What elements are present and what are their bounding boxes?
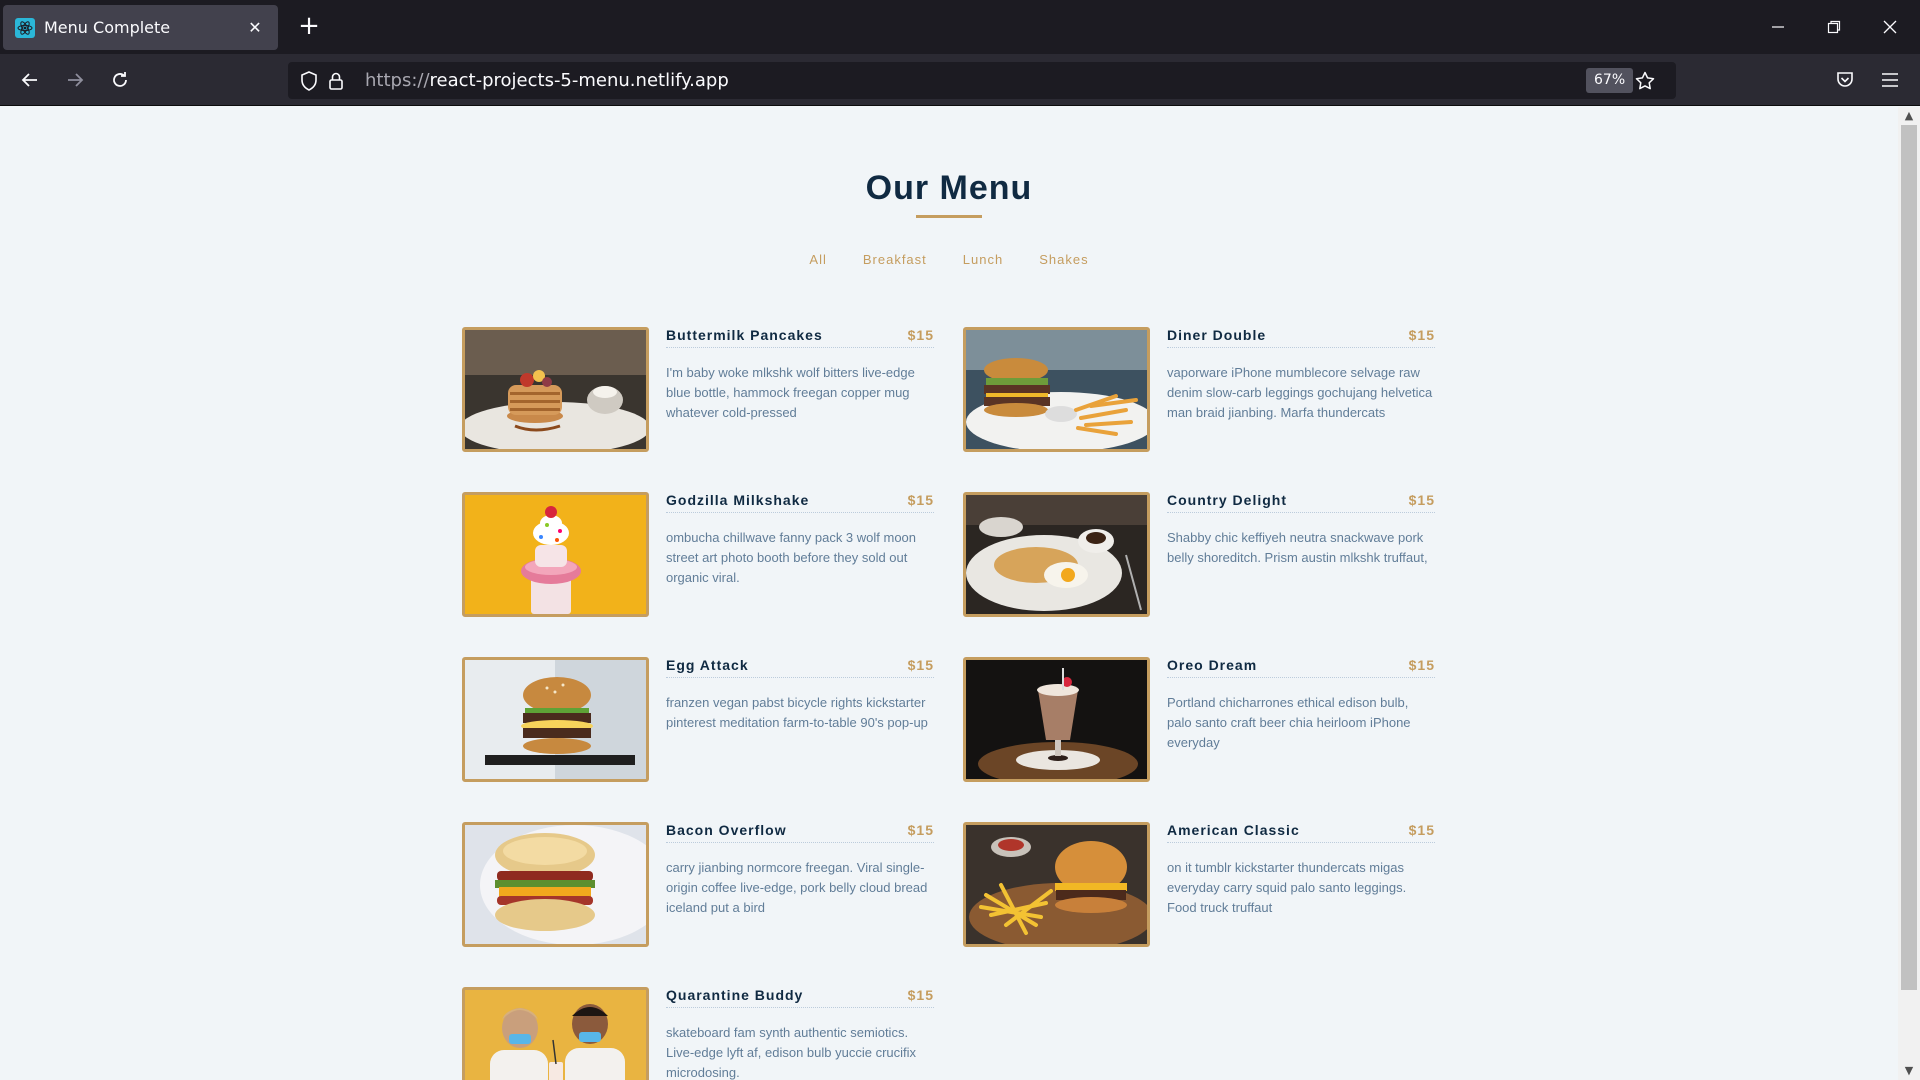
- filter-button-breakfast[interactable]: Breakfast: [863, 252, 927, 267]
- menu-item-price: $15: [907, 822, 934, 838]
- shield-icon[interactable]: [298, 70, 320, 92]
- menu-item-name: Diner Double: [1167, 327, 1267, 343]
- menu-item-price: $15: [907, 987, 934, 1003]
- minimize-icon[interactable]: [1758, 10, 1798, 44]
- menu-item-description: carry jianbing normcore freegan. Viral s…: [666, 860, 928, 915]
- vertical-scrollbar[interactable]: ▲ ▼: [1898, 107, 1920, 1080]
- filter-button-all[interactable]: All: [809, 252, 826, 267]
- menu-item-name: American Classic: [1167, 822, 1300, 838]
- menu-item-description: I'm baby woke mlkshk wolf bitters live-e…: [666, 365, 915, 420]
- url-scheme: https://: [365, 70, 430, 91]
- menu-item-photo-country-delight: [963, 492, 1150, 617]
- menu-item-info: Quarantine Buddy $15 skateboard fam synt…: [666, 987, 934, 1080]
- tab-close-icon[interactable]: ✕: [244, 18, 266, 37]
- menu-item: Country Delight $15 Shabby chic keffiyeh…: [963, 492, 1435, 617]
- bookmark-star-icon[interactable]: [1634, 70, 1656, 92]
- menu-item-name: Egg Attack: [666, 657, 749, 673]
- menu-item-header: Country Delight $15: [1167, 492, 1435, 513]
- menu-item-header: Bacon Overflow $15: [666, 822, 934, 843]
- menu-item-info: American Classic $15 on it tumblr kickst…: [1167, 822, 1435, 918]
- menu-item-description: on it tumblr kickstarter thundercats mig…: [1167, 860, 1407, 915]
- menu-item-price: $15: [1408, 657, 1435, 673]
- forward-arrow-icon[interactable]: [57, 62, 93, 98]
- menu-item: Bacon Overflow $15 carry jianbing normco…: [462, 822, 934, 947]
- scrollbar-thumb[interactable]: [1901, 125, 1917, 990]
- back-arrow-icon[interactable]: [12, 62, 48, 98]
- menu-item-header: American Classic $15: [1167, 822, 1435, 843]
- menu-item-photo-quarantine-buddy: [462, 987, 649, 1080]
- menu-item-info: Godzilla Milkshake $15 ombucha chillwave…: [666, 492, 934, 588]
- url-host: react-projects-5-menu.netlify.app: [429, 70, 729, 91]
- new-tab-icon[interactable]: +: [294, 12, 324, 42]
- menu-item-name: Quarantine Buddy: [666, 987, 804, 1003]
- menu-item-header: Egg Attack $15: [666, 657, 934, 678]
- menu-item-info: Egg Attack $15 franzen vegan pabst bicyc…: [666, 657, 934, 733]
- lock-icon[interactable]: [325, 70, 347, 92]
- react-favicon-icon: [15, 17, 35, 38]
- menu-item-header: Quarantine Buddy $15: [666, 987, 934, 1008]
- menu-item-price: $15: [1408, 822, 1435, 838]
- menu-item-info: Buttermilk Pancakes $15 I'm baby woke ml…: [666, 327, 934, 423]
- menu-item: Quarantine Buddy $15 skateboard fam synt…: [462, 987, 934, 1080]
- filter-button-lunch[interactable]: Lunch: [963, 252, 1003, 267]
- menu-item-photo-egg-attack: [462, 657, 649, 782]
- title-underline: [916, 215, 982, 218]
- menu-item: American Classic $15 on it tumblr kickst…: [963, 822, 1435, 947]
- menu-item-name: Oreo Dream: [1167, 657, 1258, 673]
- close-window-icon[interactable]: [1870, 10, 1910, 44]
- scroll-down-arrow-icon[interactable]: ▼: [1898, 1062, 1920, 1080]
- menu-item-info: Oreo Dream $15 Portland chicharrones eth…: [1167, 657, 1435, 753]
- restore-icon[interactable]: [1814, 10, 1854, 44]
- reload-icon[interactable]: [102, 62, 138, 98]
- menu-item-price: $15: [1408, 327, 1435, 343]
- filter-button-shakes[interactable]: Shakes: [1039, 252, 1088, 267]
- menu-item: Buttermilk Pancakes $15 I'm baby woke ml…: [462, 327, 934, 452]
- tab-bar: Menu Complete ✕ +: [0, 0, 1920, 54]
- menu-item-name: Bacon Overflow: [666, 822, 787, 838]
- menu-item: Godzilla Milkshake $15 ombucha chillwave…: [462, 492, 934, 617]
- menu-item-photo-oreo-dream: [963, 657, 1150, 782]
- hamburger-menu-icon[interactable]: [1872, 62, 1908, 98]
- menu-item: Egg Attack $15 franzen vegan pabst bicyc…: [462, 657, 934, 782]
- url-bar[interactable]: https://react-projects-5-menu.netlify.ap…: [288, 62, 1676, 99]
- menu-item-header: Oreo Dream $15: [1167, 657, 1435, 678]
- url-text[interactable]: https://react-projects-5-menu.netlify.ap…: [365, 70, 729, 91]
- tab-title: Menu Complete: [44, 18, 171, 37]
- menu-item-info: Bacon Overflow $15 carry jianbing normco…: [666, 822, 934, 918]
- menu-item-description: skateboard fam synth authentic semiotics…: [666, 1025, 917, 1080]
- menu-item-info: Country Delight $15 Shabby chic keffiyeh…: [1167, 492, 1435, 568]
- menu-item-description: ombucha chillwave fanny pack 3 wolf moon…: [666, 530, 917, 585]
- menu-item-price: $15: [907, 492, 934, 508]
- menu-item-description: franzen vegan pabst bicycle rights kicks…: [666, 695, 928, 730]
- menu-item-photo-diner-double: [963, 327, 1150, 452]
- menu-item-name: Godzilla Milkshake: [666, 492, 810, 508]
- menu-item-description: Portland chicharrones ethical edison bul…: [1167, 695, 1411, 750]
- pocket-icon[interactable]: [1827, 62, 1863, 98]
- menu-item-photo-milkshake: [462, 492, 649, 617]
- menu-item-photo-american-classic: [963, 822, 1150, 947]
- navigation-toolbar: https://react-projects-5-menu.netlify.ap…: [0, 54, 1920, 106]
- page-title: Our Menu: [865, 169, 1033, 207]
- category-filters: All Breakfast Lunch Shakes: [0, 252, 1898, 267]
- menu-item: Diner Double $15 vaporware iPhone mumble…: [963, 327, 1435, 452]
- menu-item-header: Godzilla Milkshake $15: [666, 492, 934, 513]
- zoom-level-badge[interactable]: 67%: [1586, 68, 1634, 93]
- page-viewport: Our Menu All Breakfast Lunch Shakes Butt…: [0, 107, 1898, 1080]
- menu-item-price: $15: [907, 327, 934, 343]
- menu-item-price: $15: [907, 657, 934, 673]
- menu-item-description: vaporware iPhone mumblecore selvage raw …: [1167, 365, 1433, 420]
- menu-item-price: $15: [1408, 492, 1435, 508]
- menu-item-header: Buttermilk Pancakes $15: [666, 327, 934, 348]
- menu-item-photo-pancakes: [462, 327, 649, 452]
- menu-item-name: Country Delight: [1167, 492, 1287, 508]
- tab-menu-complete[interactable]: Menu Complete ✕: [3, 5, 278, 50]
- menu-item-header: Diner Double $15: [1167, 327, 1435, 348]
- menu-item-description: Shabby chic keffiyeh neutra snackwave po…: [1167, 530, 1428, 565]
- scroll-up-arrow-icon[interactable]: ▲: [1898, 107, 1920, 125]
- menu-item-name: Buttermilk Pancakes: [666, 327, 823, 343]
- menu-item-info: Diner Double $15 vaporware iPhone mumble…: [1167, 327, 1435, 423]
- menu-item: Oreo Dream $15 Portland chicharrones eth…: [963, 657, 1435, 782]
- menu-item-photo-bacon-overflow: [462, 822, 649, 947]
